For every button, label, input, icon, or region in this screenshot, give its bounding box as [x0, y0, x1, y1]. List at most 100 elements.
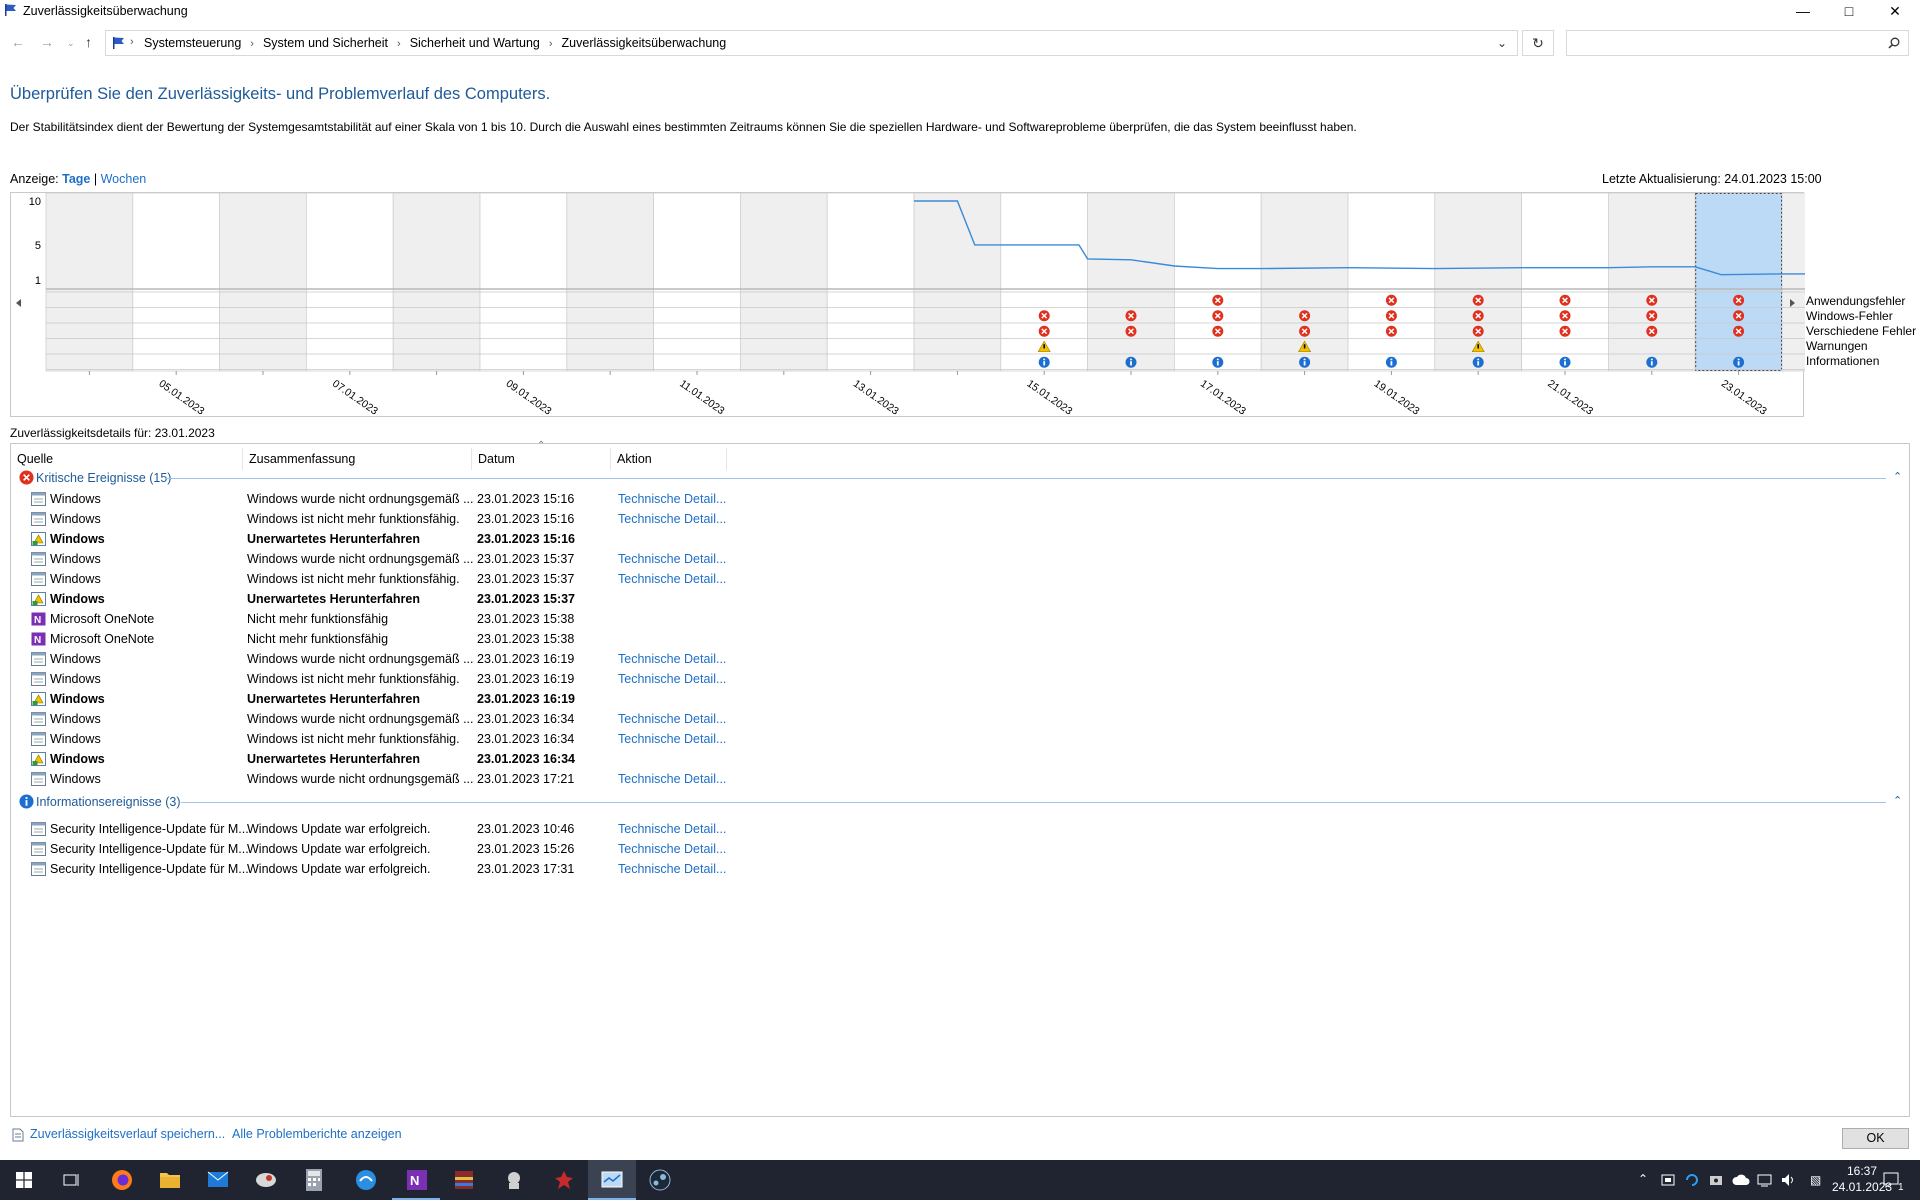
technical-details-link[interactable]: Technische Detail... — [618, 772, 726, 786]
chart-column[interactable] — [392, 192, 481, 372]
tray-expand-icon[interactable]: ⌃ — [1638, 1172, 1648, 1186]
chart-column[interactable] — [1087, 192, 1175, 372]
chart-column[interactable] — [913, 192, 1002, 372]
breadcrumb-item[interactable]: Zuverlässigkeitsüberwachung — [562, 36, 727, 50]
close-button[interactable]: ✕ — [1872, 0, 1918, 22]
stability-chart-svg[interactable]: 10 5 1 05.01.2023 07.01.2023 09.01.2023 11.01.… — [11, 192, 1870, 418]
chart-column[interactable] — [45, 192, 134, 372]
chart-column[interactable] — [653, 192, 741, 372]
technical-details-link[interactable]: Technische Detail... — [618, 512, 726, 526]
maximize-button[interactable]: □ — [1826, 0, 1872, 22]
tray-drive-icon[interactable] — [1708, 1172, 1724, 1188]
technical-details-link[interactable]: Technische Detail... — [618, 492, 726, 506]
collapse-chevron-icon[interactable]: ⌃ — [1893, 794, 1902, 807]
chart-column[interactable] — [1781, 192, 1870, 372]
table-row[interactable]: Windows Windows ist nicht mehr funktionsf… — [11, 509, 1901, 529]
table-row[interactable]: Windows Windows ist nicht mehr funktionsf… — [11, 669, 1901, 689]
table-row[interactable]: Windows Windows ist nicht mehr funktionsf… — [11, 729, 1901, 749]
scroll-left-icon[interactable] — [16, 299, 21, 307]
technical-details-link[interactable]: Technische Detail... — [618, 652, 726, 666]
taskbar-onenote[interactable]: N — [392, 1160, 440, 1200]
column-header-date[interactable]: Datum — [472, 448, 611, 470]
taskbar-mail[interactable] — [194, 1160, 242, 1200]
chart-column[interactable] — [1174, 192, 1262, 372]
table-row[interactable]: Security Intelligence-Update für M... Win… — [11, 859, 1901, 879]
technical-details-link[interactable]: Technische Detail... — [618, 552, 726, 566]
taskbar-calculator[interactable] — [290, 1160, 338, 1200]
table-row[interactable]: Windows Windows wurde nicht ordnungsgemäß… — [11, 549, 1901, 569]
tray-sync-icon[interactable] — [1684, 1172, 1700, 1188]
chart-column[interactable] — [132, 192, 221, 372]
taskbar-app3[interactable] — [540, 1160, 588, 1200]
tray-app-icon[interactable] — [1660, 1172, 1676, 1188]
network-icon[interactable] — [1756, 1172, 1774, 1188]
chart-column[interactable] — [219, 192, 307, 372]
up-icon[interactable]: ↑ — [85, 34, 92, 50]
start-button[interactable] — [0, 1160, 48, 1200]
back-icon[interactable]: ← — [11, 34, 25, 50]
group-information-events[interactable]: Informationsereignisse (3) — [19, 794, 181, 809]
table-row[interactable]: Windows Windows wurde nicht ordnungsgemäß… — [11, 709, 1901, 729]
view-weeks-link[interactable]: Wochen — [101, 172, 147, 186]
chart-column[interactable] — [826, 192, 915, 372]
details-table[interactable]: Quelle Zusammenfassung Datum ⌃ Aktion Kr… — [10, 440, 1910, 1117]
table-row[interactable]: Windows Unerwartetes Herunterfahren 23.01.… — [11, 689, 1901, 709]
volume-icon[interactable] — [1780, 1172, 1798, 1188]
technical-details-link[interactable]: Technische Detail... — [618, 862, 726, 876]
chart-column[interactable] — [566, 192, 654, 372]
taskbar-firefox[interactable] — [98, 1160, 146, 1200]
technical-details-link[interactable]: Technische Detail... — [618, 842, 726, 856]
column-header-summary[interactable]: Zusammenfassung — [243, 448, 472, 470]
taskbar-steam[interactable] — [636, 1160, 684, 1200]
breadcrumb-item[interactable]: Sicherheit und Wartung — [410, 36, 540, 50]
chart-column[interactable] — [479, 192, 568, 372]
minimize-button[interactable]: — — [1780, 0, 1826, 22]
table-row[interactable]: Windows Unerwartetes Herunterfahren 23.01.… — [11, 589, 1901, 609]
reliability-chart[interactable]: 10 5 1 05.01.2023 07.01.2023 09.01.2023 11.01.… — [10, 192, 1870, 418]
chart-column[interactable] — [1608, 192, 1696, 372]
breadcrumb-chevron-icon[interactable]: › — [130, 36, 134, 48]
table-row[interactable]: Windows Windows wurde nicht ordnungsgemäß… — [11, 489, 1901, 509]
chevron-right-icon[interactable]: › — [397, 38, 401, 50]
breadcrumb-item[interactable]: System und Sicherheit — [263, 36, 388, 50]
table-row[interactable]: N Microsoft OneNote Nicht mehr funktionsfä… — [11, 629, 1901, 649]
address-bar[interactable]: › Systemsteuerung › System und Sicherheit ›… — [105, 30, 1518, 56]
column-header-source[interactable]: Quelle — [11, 448, 243, 470]
collapse-chevron-icon[interactable]: ⌃ — [1893, 470, 1902, 483]
save-history-link[interactable]: Zuverlässigkeitsverlauf speichern... — [30, 1127, 225, 1141]
table-row[interactable]: Windows Unerwartetes Herunterfahren 23.01.… — [11, 749, 1901, 769]
technical-details-link[interactable]: Technische Detail... — [618, 672, 726, 686]
chart-column[interactable] — [1347, 192, 1436, 372]
technical-details-link[interactable]: Technische Detail... — [618, 822, 726, 836]
group-critical-events[interactable]: Kritische Ereignisse (15) — [19, 470, 171, 485]
input-language-icon[interactable]: ▧ — [1810, 1173, 1821, 1187]
technical-details-link[interactable]: Technische Detail... — [618, 712, 726, 726]
recent-chevron-icon[interactable]: ⌄ — [67, 38, 75, 49]
table-row[interactable]: Windows Unerwartetes Herunterfahren 23.01.… — [11, 529, 1901, 549]
chart-column[interactable] — [740, 192, 828, 372]
table-row[interactable]: Security Intelligence-Update für M... Win… — [11, 839, 1901, 859]
task-view-button[interactable] — [48, 1160, 96, 1200]
search-input[interactable] — [1566, 30, 1909, 56]
chevron-right-icon[interactable]: › — [549, 38, 553, 50]
taskbar-explorer[interactable] — [146, 1160, 194, 1200]
dropdown-chevron-icon[interactable]: ⌄ — [1497, 36, 1507, 50]
table-row[interactable]: N Microsoft OneNote Nicht mehr funktionsfä… — [11, 609, 1901, 629]
refresh-button[interactable]: ↻ — [1522, 30, 1554, 56]
table-row[interactable]: Windows Windows wurde nicht ordnungsgemäß… — [11, 649, 1901, 669]
onedrive-cloud-icon[interactable] — [1732, 1173, 1750, 1187]
chart-column[interactable] — [1521, 192, 1609, 372]
table-row[interactable]: Windows Windows wurde nicht ordnungsgemäß… — [11, 769, 1901, 789]
column-header-action[interactable]: Aktion — [611, 448, 727, 470]
chart-column[interactable] — [305, 192, 394, 372]
breadcrumb-item[interactable]: Systemsteuerung — [144, 36, 241, 50]
taskbar-reliability-monitor[interactable] — [588, 1160, 636, 1200]
forward-icon[interactable]: → — [40, 34, 54, 50]
ok-button[interactable]: OK — [1842, 1128, 1909, 1149]
chart-column[interactable] — [1694, 192, 1783, 372]
all-reports-link[interactable]: Alle Problemberichte anzeigen — [232, 1127, 402, 1141]
table-row[interactable]: Security Intelligence-Update für M... Win… — [11, 819, 1901, 839]
taskbar-app2[interactable] — [490, 1160, 538, 1200]
taskbar-app[interactable] — [242, 1160, 290, 1200]
table-row[interactable]: Windows Windows ist nicht mehr funktionsf… — [11, 569, 1901, 589]
